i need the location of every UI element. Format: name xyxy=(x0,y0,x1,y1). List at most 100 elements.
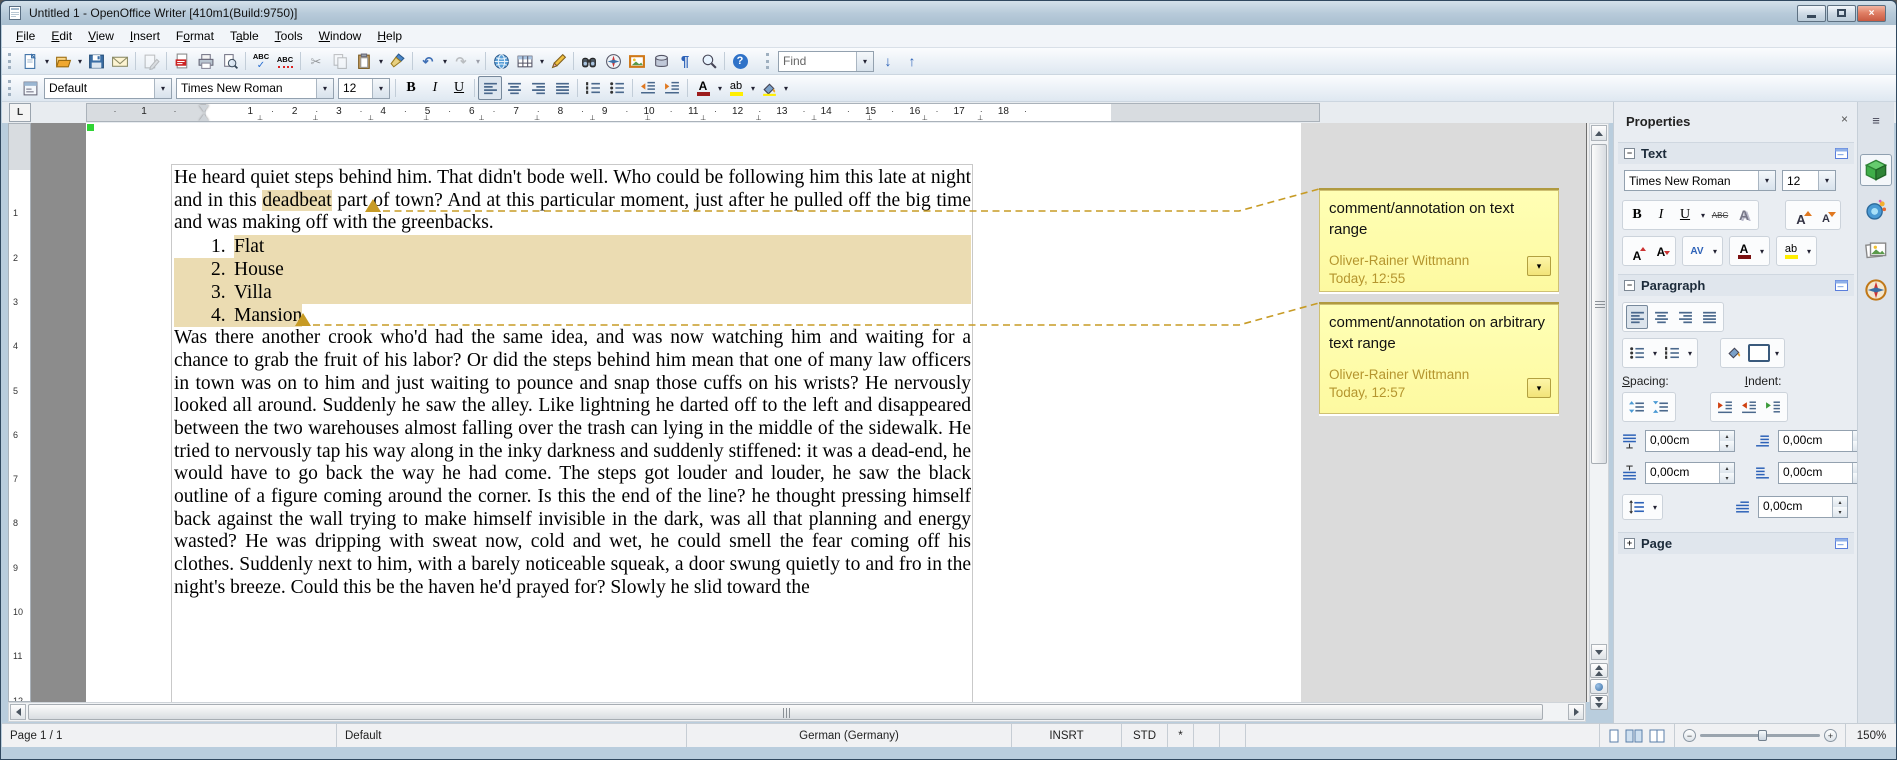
list-item[interactable]: 1.Flat xyxy=(174,235,971,258)
status-language[interactable]: German (Germany) xyxy=(687,724,1012,747)
draw-functions-button[interactable] xyxy=(546,49,570,73)
list-item[interactable]: 2.House xyxy=(174,258,971,281)
comment-menu-button[interactable]: ▾ xyxy=(1527,256,1551,276)
redo-dropdown[interactable]: ▾ xyxy=(474,57,482,66)
spin-buttons[interactable]: ▴▾ xyxy=(1719,463,1734,483)
zoom-out-button[interactable]: − xyxy=(1683,729,1696,742)
collapse-icon[interactable]: − xyxy=(1624,280,1635,291)
find-dropdown[interactable]: ▾ xyxy=(856,52,873,71)
minimize-button[interactable] xyxy=(1797,5,1826,22)
superscript-button[interactable]: A xyxy=(1626,239,1648,263)
character-spacing-dropdown[interactable]: ▾ xyxy=(1711,247,1719,256)
justify-button[interactable] xyxy=(550,76,574,100)
bullet-list-button[interactable] xyxy=(605,76,629,100)
decrease-spacing-button[interactable] xyxy=(1650,395,1672,419)
bold-button[interactable]: B xyxy=(399,76,423,100)
comment-text[interactable]: comment/annotation on arbitrary text ran… xyxy=(1329,312,1549,354)
sidebar-menu-icon[interactable]: ≡ xyxy=(1860,110,1892,130)
redo-button[interactable]: ↷ xyxy=(449,49,473,73)
next-page-button[interactable] xyxy=(1590,695,1608,710)
email-button[interactable] xyxy=(108,49,132,73)
find-combobox[interactable]: Find ▾ xyxy=(778,51,874,72)
horizontal-scroll-thumb[interactable] xyxy=(28,704,1543,720)
background-color-dropdown[interactable]: ▾ xyxy=(782,84,790,93)
increase-font-button[interactable]: A xyxy=(1789,203,1813,227)
print-button[interactable] xyxy=(194,49,218,73)
list-item[interactable]: 3.Villa xyxy=(174,281,971,304)
decrease-indent-button[interactable] xyxy=(636,76,660,100)
find-input[interactable]: Find xyxy=(779,54,856,68)
italic-button[interactable]: I xyxy=(423,76,447,100)
new-dropdown[interactable]: ▾ xyxy=(43,57,51,66)
comment-2[interactable]: comment/annotation on arbitrary text ran… xyxy=(1319,302,1559,416)
increase-indent-button[interactable] xyxy=(660,76,684,100)
status-page-number[interactable]: Page 1 / 1 xyxy=(2,724,337,747)
menu-edit[interactable]: Edit xyxy=(43,26,80,46)
tab-styles-and-formatting[interactable] xyxy=(1860,194,1892,226)
spin-buttons[interactable]: ▴▾ xyxy=(1832,497,1847,517)
font-color-dropdown[interactable]: ▾ xyxy=(716,84,724,93)
bullet-list-dropdown[interactable]: ▾ xyxy=(1651,349,1659,358)
decrease-font-button[interactable]: A xyxy=(1815,203,1837,227)
edit-file-button[interactable] xyxy=(139,49,163,73)
sidebar-bullet-list-button[interactable] xyxy=(1626,341,1648,365)
paragraph-2[interactable]: Was there another crook who'd had the sa… xyxy=(174,327,971,599)
status-page-style[interactable]: Default xyxy=(337,724,687,747)
zoom-in-button[interactable]: + xyxy=(1824,729,1837,742)
previous-page-button[interactable] xyxy=(1590,663,1608,678)
background-color-button[interactable] xyxy=(757,76,781,100)
indent-after-field[interactable]: 0,00cm ▴▾ xyxy=(1778,462,1868,484)
find-replace-button[interactable] xyxy=(577,49,601,73)
paragraph-style-dropdown[interactable]: ▾ xyxy=(154,79,171,98)
menu-help[interactable]: Help xyxy=(369,26,410,46)
document-page[interactable]: He heard quiet steps behind him. That di… xyxy=(86,123,1301,702)
font-name-combobox[interactable]: Times New Roman ▾ xyxy=(176,78,334,99)
hyperlink-button[interactable] xyxy=(489,49,513,73)
auto-spellcheck-button[interactable]: ABC xyxy=(273,49,297,73)
menu-insert[interactable]: Insert xyxy=(122,26,168,46)
scroll-left-button[interactable] xyxy=(10,704,26,720)
first-line-indent-field[interactable]: 0,00cm ▴▾ xyxy=(1758,496,1848,518)
tab-properties[interactable] xyxy=(1860,154,1892,186)
tab-gallery[interactable] xyxy=(1860,234,1892,266)
tab-stop-selector[interactable]: L xyxy=(9,103,31,122)
indent-marker[interactable] xyxy=(199,105,210,121)
styles-and-formatting-button[interactable] xyxy=(18,76,42,100)
spacing-above-field[interactable]: 0,00cm ▴▾ xyxy=(1645,430,1735,452)
page-preview-button[interactable] xyxy=(218,49,242,73)
expand-icon[interactable]: + xyxy=(1624,538,1635,549)
vertical-ruler[interactable]: 123456789101112 xyxy=(8,123,31,702)
vertical-scrollbar[interactable] xyxy=(1589,123,1609,702)
title-bar[interactable]: Untitled 1 - OpenOffice Writer [410m1(Bu… xyxy=(1,1,1896,25)
toolbar-grip[interactable] xyxy=(8,80,13,96)
comment-text[interactable]: comment/annotation on text range xyxy=(1329,198,1549,240)
page-dialog-launcher-icon[interactable] xyxy=(1835,538,1848,549)
sidebar-font-name-combobox[interactable]: Times New Roman ▾ xyxy=(1624,170,1776,191)
toolbar-grip[interactable] xyxy=(8,53,13,69)
sidebar-font-name-dropdown[interactable]: ▾ xyxy=(1758,171,1775,190)
spacing-below-field[interactable]: 0,00cm ▴▾ xyxy=(1645,462,1735,484)
menu-view[interactable]: View xyxy=(80,26,122,46)
new-document-button[interactable] xyxy=(18,49,42,73)
sidebar-align-left-button[interactable] xyxy=(1626,305,1648,329)
navigation-button[interactable] xyxy=(1590,679,1608,694)
font-color-button[interactable]: A xyxy=(691,76,715,100)
sidebar-strikethrough-button[interactable]: ABC xyxy=(1709,203,1731,227)
text-dialog-launcher-icon[interactable] xyxy=(1835,148,1848,159)
text-body[interactable]: He heard quiet steps behind him. That di… xyxy=(171,164,973,702)
font-name-dropdown[interactable]: ▾ xyxy=(316,79,333,98)
sidebar-font-color-button[interactable]: A xyxy=(1733,239,1755,263)
numbered-list-dropdown[interactable]: ▾ xyxy=(1686,349,1694,358)
find-next-button[interactable]: ↓ xyxy=(876,49,900,73)
tab-navigator[interactable] xyxy=(1860,274,1892,306)
book-view-button[interactable] xyxy=(1648,729,1666,743)
comment-1[interactable]: comment/annotation on text range Oliver-… xyxy=(1319,188,1559,294)
menu-format[interactable]: Format xyxy=(168,26,222,46)
menu-window[interactable]: Window xyxy=(311,26,370,46)
paragraph-dialog-launcher-icon[interactable] xyxy=(1835,280,1848,291)
horizontal-ruler[interactable]: ·1·1·2·3·4·5·6·7·8·9·10·11·12·13·14·15·1… xyxy=(86,103,1320,122)
line-spacing-button[interactable] xyxy=(1626,495,1648,519)
spellcheck-button[interactable]: ABC✓ xyxy=(249,49,273,73)
spin-buttons[interactable]: ▴▾ xyxy=(1719,431,1734,451)
list-item[interactable]: 4.Mansion xyxy=(174,304,971,327)
